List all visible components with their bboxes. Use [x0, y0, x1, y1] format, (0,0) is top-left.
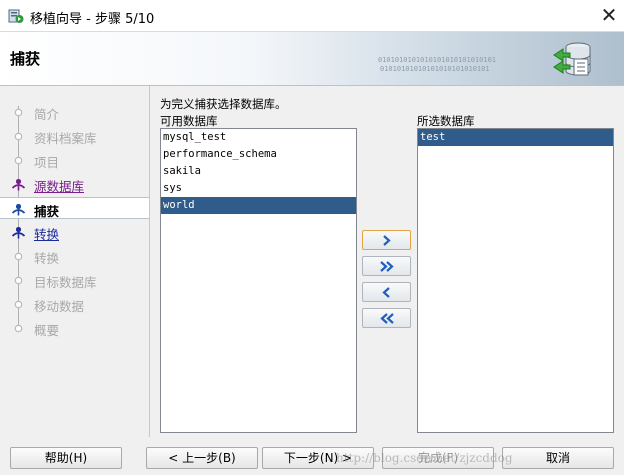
list-item[interactable]: test	[418, 129, 613, 146]
step-item: 概要	[0, 317, 149, 339]
step-dot-icon	[14, 156, 23, 165]
list-item[interactable]: sakila	[161, 163, 356, 180]
step-item: 转换	[0, 245, 149, 267]
selected-list-label: 所选数据库	[417, 114, 475, 128]
watermark-text: http://blog.csdn.net/zjzcddog	[336, 451, 513, 465]
instruction-text: 为完义捕获选择数据库。	[160, 97, 287, 111]
window-title: 移植向导 - 步骤 5/10	[30, 12, 155, 27]
database-migrate-icon	[553, 42, 591, 76]
move-right-button[interactable]	[362, 230, 411, 250]
list-item[interactable]: mysql_test	[161, 129, 356, 146]
step-item: 资料档案库	[0, 125, 149, 147]
list-item[interactable]: world	[161, 197, 356, 214]
step-item[interactable]: 源数据库	[0, 173, 149, 195]
step-person-icon	[12, 178, 25, 191]
step-item: 项目	[0, 149, 149, 171]
help-button[interactable]: 帮助(H)	[10, 447, 122, 469]
double-chevron-right-icon	[380, 261, 394, 272]
step-label: 项目	[34, 155, 60, 170]
step-label: 简介	[34, 107, 60, 122]
title-bar: 移植向导 - 步骤 5/10 ✕	[0, 0, 624, 32]
close-icon: ✕	[600, 3, 618, 27]
move-left-button[interactable]	[362, 282, 411, 302]
double-chevron-left-icon	[380, 313, 394, 324]
step-person-icon	[12, 226, 25, 239]
step-label: 转换	[34, 251, 60, 266]
close-button[interactable]: ✕	[596, 4, 622, 28]
step-item: 简介	[0, 101, 149, 123]
step-dot-icon	[14, 300, 23, 309]
selected-databases-list[interactable]: test	[417, 128, 614, 433]
move-all-right-button[interactable]	[362, 256, 411, 276]
move-all-left-button[interactable]	[362, 308, 411, 328]
step-label: 转换	[34, 227, 60, 242]
step-dot-icon	[14, 252, 23, 261]
binary-decoration: 01010101010101010101010101	[380, 65, 490, 73]
step-item: 目标数据库	[0, 269, 149, 291]
database-wizard-icon	[8, 9, 24, 23]
step-dot-icon	[14, 276, 23, 285]
list-item[interactable]: sys	[161, 180, 356, 197]
step-item: 捕获	[0, 197, 149, 219]
step-label: 移动数据	[34, 299, 85, 314]
back-button[interactable]: < 上一步(B)	[146, 447, 258, 469]
step-person-icon	[12, 203, 25, 216]
chevron-left-icon	[382, 287, 390, 298]
available-databases-list[interactable]: mysql_test performance_schema sakila sys wor…	[160, 128, 357, 433]
chevron-right-icon	[383, 235, 391, 246]
step-dot-icon	[14, 132, 23, 141]
step-label: 目标数据库	[34, 275, 97, 290]
step-label: 捕获	[34, 204, 60, 219]
step-dot-icon	[14, 324, 23, 333]
available-list-label: 可用数据库	[160, 114, 218, 128]
step-label: 资料档案库	[34, 131, 97, 146]
step-item[interactable]: 转换	[0, 221, 149, 243]
binary-decoration: 0101010101010101010101010101	[378, 56, 497, 64]
list-item[interactable]: performance_schema	[161, 146, 356, 163]
step-label: 概要	[34, 323, 60, 338]
step-title: 捕获	[10, 50, 41, 68]
step-dot-icon	[14, 108, 23, 117]
step-label: 源数据库	[34, 179, 85, 194]
step-navigator: 简介 资料档案库 项目 源数据库 捕获 转换 转换 目标数据库 移动数据 概要	[0, 86, 150, 437]
step-item: 移动数据	[0, 293, 149, 315]
step-header: 捕获 0101010101010101010101010101 01010101…	[0, 32, 624, 86]
cancel-button[interactable]: 取消	[502, 447, 614, 469]
